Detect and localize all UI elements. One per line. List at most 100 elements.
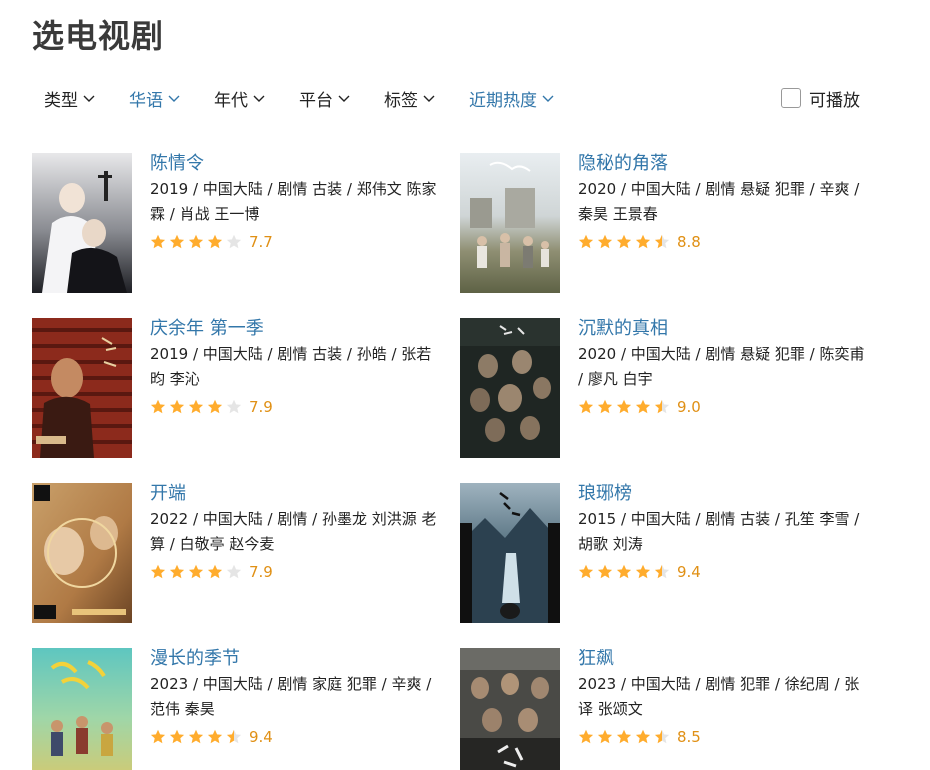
poster-image[interactable] xyxy=(460,318,560,458)
star-icon xyxy=(226,564,242,579)
item-meta: 2019 / 中国大陆 / 剧情 古装 / 孙皓 / 张若昀 李沁 xyxy=(150,345,432,388)
poster-image[interactable] xyxy=(32,648,132,770)
star-icon xyxy=(169,399,185,414)
item-title-link[interactable]: 漫长的季节 xyxy=(150,646,442,672)
filter-label: 华语 xyxy=(129,90,163,111)
rating-score: 7.9 xyxy=(249,398,273,416)
star-icon xyxy=(150,234,166,249)
playable-checkbox[interactable] xyxy=(781,88,801,108)
rating-score: 7.7 xyxy=(249,233,273,251)
playable-toggle[interactable]: 可播放 xyxy=(781,82,860,114)
playable-label: 可播放 xyxy=(809,90,860,111)
star-icon xyxy=(654,564,670,579)
list-item[interactable]: 狂飙 2023 / 中国大陆 / 剧情 犯罪 / 徐纪周 / 张译 张颂文 8.… xyxy=(460,648,870,770)
filter-language[interactable]: 华语 xyxy=(129,82,181,114)
star-icon xyxy=(169,564,185,579)
star-icon xyxy=(616,234,632,249)
star-icon xyxy=(188,399,204,414)
star-icon xyxy=(578,399,594,414)
item-title-link[interactable]: 琅琊榜 xyxy=(578,481,870,507)
star-icon xyxy=(654,234,670,249)
item-meta: 2020 / 中国大陆 / 剧情 悬疑 犯罪 / 辛爽 / 秦昊 王景春 xyxy=(578,180,860,223)
star-icon xyxy=(635,234,651,249)
page-title: 选电视剧 xyxy=(32,17,165,55)
star-icon xyxy=(635,564,651,579)
chevron-down-icon xyxy=(252,93,266,103)
item-title-link[interactable]: 隐秘的角落 xyxy=(578,151,870,177)
filter-year[interactable]: 年代 xyxy=(214,82,266,114)
item-title-link[interactable]: 陈情令 xyxy=(150,151,442,177)
rating-stars xyxy=(578,564,673,580)
item-title-link[interactable]: 庆余年 第一季 xyxy=(150,316,442,342)
star-icon xyxy=(597,399,613,414)
star-icon xyxy=(207,399,223,414)
star-icon xyxy=(150,564,166,579)
poster-image[interactable] xyxy=(460,648,560,770)
star-icon xyxy=(150,729,166,744)
star-icon xyxy=(207,234,223,249)
rating-score: 9.0 xyxy=(677,398,701,416)
star-icon xyxy=(654,729,670,744)
star-icon xyxy=(226,234,242,249)
rating-score: 9.4 xyxy=(677,563,701,581)
star-icon xyxy=(578,564,594,579)
rating-stars xyxy=(150,399,245,415)
chevron-down-icon xyxy=(82,93,96,103)
list-item[interactable]: 庆余年 第一季 2019 / 中国大陆 / 剧情 古装 / 孙皓 / 张若昀 李… xyxy=(32,318,442,458)
star-icon xyxy=(188,729,204,744)
rating: 8.5 xyxy=(578,724,870,750)
chevron-down-icon xyxy=(541,93,555,103)
filter-genre[interactable]: 类型 xyxy=(44,82,96,114)
list-item[interactable]: 隐秘的角落 2020 / 中国大陆 / 剧情 悬疑 犯罪 / 辛爽 / 秦昊 王… xyxy=(460,153,870,293)
rating-stars xyxy=(150,234,245,250)
rating-score: 8.5 xyxy=(677,728,701,746)
star-icon xyxy=(207,729,223,744)
item-meta: 2023 / 中国大陆 / 剧情 犯罪 / 徐纪周 / 张译 张颂文 xyxy=(578,675,860,718)
filter-sort[interactable]: 近期热度 xyxy=(469,82,555,114)
poster-image[interactable] xyxy=(460,483,560,623)
list-item[interactable]: 琅琊榜 2015 / 中国大陆 / 剧情 古装 / 孔笙 李雪 / 胡歌 刘涛 … xyxy=(460,483,870,623)
list-item[interactable]: 陈情令 2019 / 中国大陆 / 剧情 古装 / 郑伟文 陈家霖 / 肖战 王… xyxy=(32,153,442,293)
filter-platform[interactable]: 平台 xyxy=(299,82,351,114)
item-meta: 2022 / 中国大陆 / 剧情 / 孙墨龙 刘洪源 老算 / 白敬亭 赵今麦 xyxy=(150,510,437,553)
filter-label: 平台 xyxy=(299,90,333,111)
filter-tag[interactable]: 标签 xyxy=(384,82,436,114)
rating: 9.4 xyxy=(578,559,870,585)
star-icon xyxy=(188,564,204,579)
poster-image[interactable] xyxy=(32,483,132,623)
item-title-link[interactable]: 开端 xyxy=(150,481,442,507)
rating: 7.7 xyxy=(150,229,442,255)
star-icon xyxy=(616,729,632,744)
item-meta: 2023 / 中国大陆 / 剧情 家庭 犯罪 / 辛爽 / 范伟 秦昊 xyxy=(150,675,432,718)
star-icon xyxy=(169,729,185,744)
item-meta: 2020 / 中国大陆 / 剧情 悬疑 犯罪 / 陈奕甫 / 廖凡 白宇 xyxy=(578,345,865,388)
chevron-down-icon xyxy=(422,93,436,103)
star-icon xyxy=(226,399,242,414)
star-icon xyxy=(654,399,670,414)
filter-bar: 类型 华语 年代 平台 标签 近期热度 可播放 xyxy=(32,82,878,114)
list-item[interactable]: 漫长的季节 2023 / 中国大陆 / 剧情 家庭 犯罪 / 辛爽 / 范伟 秦… xyxy=(32,648,442,770)
star-icon xyxy=(616,399,632,414)
item-title-link[interactable]: 狂飙 xyxy=(578,646,870,672)
filter-label: 类型 xyxy=(44,90,78,111)
list-item[interactable]: 开端 2022 / 中国大陆 / 剧情 / 孙墨龙 刘洪源 老算 / 白敬亭 赵… xyxy=(32,483,442,623)
chevron-down-icon xyxy=(337,93,351,103)
poster-image[interactable] xyxy=(32,153,132,293)
star-icon xyxy=(207,564,223,579)
chevron-down-icon xyxy=(167,93,181,103)
star-icon xyxy=(578,234,594,249)
filter-label: 近期热度 xyxy=(469,90,537,111)
rating-score: 9.4 xyxy=(249,728,273,746)
rating-stars xyxy=(578,399,673,415)
list-item[interactable]: 沉默的真相 2020 / 中国大陆 / 剧情 悬疑 犯罪 / 陈奕甫 / 廖凡 … xyxy=(460,318,870,458)
star-icon xyxy=(150,399,166,414)
filter-label: 年代 xyxy=(214,90,248,111)
star-icon xyxy=(597,564,613,579)
item-meta: 2019 / 中国大陆 / 剧情 古装 / 郑伟文 陈家霖 / 肖战 王一博 xyxy=(150,180,437,223)
poster-image[interactable] xyxy=(460,153,560,293)
poster-image[interactable] xyxy=(32,318,132,458)
item-title-link[interactable]: 沉默的真相 xyxy=(578,316,870,342)
star-icon xyxy=(635,729,651,744)
rating: 8.8 xyxy=(578,229,870,255)
rating-score: 8.8 xyxy=(677,233,701,251)
